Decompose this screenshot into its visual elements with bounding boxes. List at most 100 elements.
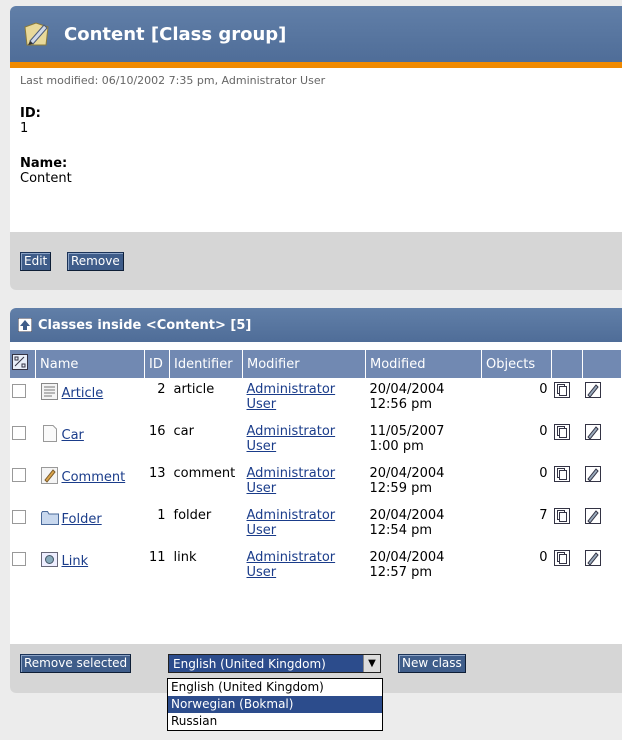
modifier-cell: Administrator User [243,546,366,588]
edit-icon[interactable] [584,508,601,524]
language-option[interactable]: Norwegian (Bokmal) [168,696,382,713]
row-checkbox[interactable] [12,510,26,524]
modifier-cell: Administrator User [243,378,366,420]
table-row: Car 16 car Administrator User 11/05/2007 1:00 … [10,420,622,462]
language-select[interactable]: English (United Kingdom) ▼ [168,654,381,673]
class-identifier: comment [173,466,236,481]
table-row: Folder 1 folder Administrator User 20/04/2004… [10,504,622,546]
class-identifier: folder [173,508,212,523]
class-name-link[interactable]: Article [62,386,104,401]
id-label: ID: [20,106,41,121]
class-identifier: car [173,424,194,439]
comment-icon [40,467,58,484]
class-id: 1 [157,508,166,523]
new-class-button[interactable]: New class [398,654,466,673]
class-name-link[interactable]: Car [62,428,84,443]
remove-button[interactable]: Remove [67,252,124,271]
row-name-cell: Folder [36,504,145,546]
modifier-first: Administrator [246,550,336,565]
class-name-link[interactable]: Link [62,554,89,569]
column-header-identifier[interactable]: Identifier [169,350,243,378]
copy-icon[interactable] [553,382,570,398]
row-select-cell [10,420,36,462]
table-row: Link 11 link Administrator User 20/04/2004 12:… [10,546,622,588]
toggle-selection-header[interactable] [10,350,36,378]
column-header-objects[interactable]: Objects [481,350,552,378]
column-header-copy [551,350,583,378]
objects-count: 0 [539,466,548,481]
column-header-id[interactable]: ID [144,350,170,378]
modified-date: 11/05/2007 [369,424,445,439]
edit-icon[interactable] [584,382,601,398]
copy-cell [552,378,583,420]
page-icon [42,425,57,442]
row-checkbox[interactable] [12,552,26,566]
modified-cell: 20/04/2004 12:59 pm [366,462,482,504]
class-id: 13 [148,466,166,481]
modified-cell: 20/04/2004 12:57 pm [366,546,482,588]
edit-cell [583,504,622,546]
language-option[interactable]: Russian [168,713,382,730]
last-modified: Last modified: 06/10/2002 7:35 pm, Admin… [20,74,326,87]
modifier-link[interactable]: Administrator User [247,424,336,454]
edit-cell [583,420,622,462]
class-identifier: link [173,550,197,565]
modifier-last: User [246,523,277,538]
modifier-link[interactable]: Administrator User [247,382,336,412]
row-select-cell [10,504,36,546]
objects-count: 0 [539,550,548,565]
modifier-link[interactable]: Administrator User [247,466,336,496]
modified-date: 20/04/2004 [369,466,445,481]
row-name-cell: Article [36,378,145,420]
modifier-first: Administrator [246,466,336,481]
objects-count: 0 [539,424,548,439]
chevron-down-icon[interactable]: ▼ [363,655,380,672]
modifier-cell: Administrator User [243,420,366,462]
panel-header: Content [Class group] [10,6,622,62]
edit-icon[interactable] [584,424,601,440]
modified-date: 20/04/2004 [369,508,445,523]
row-checkbox[interactable] [12,468,26,482]
toggle-selection-icon[interactable] [12,354,28,370]
name-value: Content [20,171,72,186]
table-row: Comment 13 comment Administrator User 20/04/2… [10,462,622,504]
column-header-name[interactable]: Name [35,350,145,378]
modifier-link[interactable]: Administrator User [247,508,336,538]
page-title: Content [Class group] [64,23,287,45]
language-option[interactable]: English (United Kingdom) [168,679,382,696]
row-select-cell [10,546,36,588]
modifier-first: Administrator [246,424,336,439]
modifier-link[interactable]: Administrator User [247,550,336,580]
classes-header: Classes inside <Content> [5] [10,308,622,342]
edit-cell [583,378,622,420]
edit-icon[interactable] [584,550,601,566]
article-icon [40,383,58,400]
column-header-modifier[interactable]: Modifier [242,350,366,378]
row-name-cell: Comment [36,462,145,504]
class-name-link[interactable]: Comment [62,470,126,485]
copy-icon[interactable] [553,508,570,524]
row-select-cell [10,378,36,420]
up-arrow-icon[interactable] [18,318,32,332]
edit-icon[interactable] [584,466,601,482]
modified-cell: 11/05/2007 1:00 pm [366,420,482,462]
class-id: 2 [157,382,166,397]
column-header-modified[interactable]: Modified [365,350,482,378]
modified-date: 20/04/2004 [369,550,445,565]
row-name-cell: Link [36,546,145,588]
copy-icon[interactable] [553,466,570,482]
row-checkbox[interactable] [12,384,26,398]
class-group-icon [24,22,49,46]
row-checkbox[interactable] [12,426,26,440]
table-row: Article 2 article Administrator User 20/04/20… [10,378,622,420]
remove-selected-button[interactable]: Remove selected [20,654,132,673]
class-name-link[interactable]: Folder [62,512,102,527]
copy-icon[interactable] [553,550,570,566]
copy-icon[interactable] [553,424,570,440]
objects-count: 7 [539,508,548,523]
language-select-value: English (United Kingdom) [173,657,326,671]
edit-button[interactable]: Edit [20,252,52,271]
class-identifier: article [173,382,215,397]
objects-count: 0 [539,382,548,397]
modified-cell: 20/04/2004 12:54 pm [366,504,482,546]
